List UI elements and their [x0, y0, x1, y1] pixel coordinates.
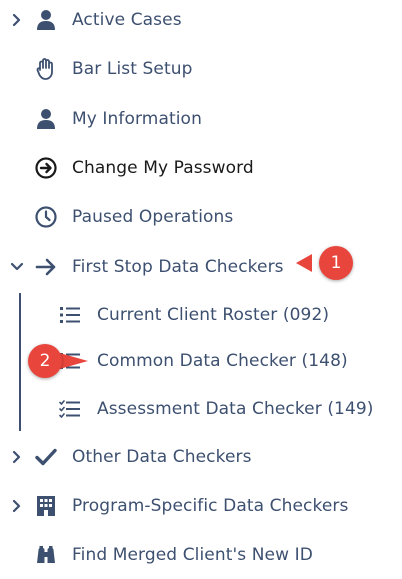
menu-item-label: Change My Password [72, 158, 254, 178]
callout-badge-2: 2 [28, 344, 88, 378]
menu-item-label: First Stop Data Checkers [72, 257, 284, 277]
menu-item-find-merged-client[interactable]: Find Merged Client's New ID [0, 540, 330, 570]
check-icon [34, 445, 58, 469]
arrow-right-icon [34, 255, 58, 279]
list-icon [58, 303, 82, 327]
chevron-right-icon[interactable] [10, 5, 24, 35]
submenu-item-label: Assessment Data Checker (149) [97, 399, 374, 419]
menu-item-program-specific-data-checkers[interactable]: Program-Specific Data Checkers [0, 491, 370, 521]
submenu-item-assessment-data-checker[interactable]: Assessment Data Checker (149) [0, 394, 395, 424]
submenu-item-label: Current Client Roster (092) [97, 305, 330, 325]
circle-arrow-right-icon [34, 156, 58, 180]
menu-item-label: Find Merged Client's New ID [72, 545, 313, 565]
hand-icon [34, 57, 58, 81]
menu-item-label: Paused Operations [72, 207, 234, 227]
menu-item-change-my-password[interactable]: Change My Password [0, 153, 280, 183]
chevron-down-icon[interactable] [10, 252, 24, 282]
menu-item-label: Active Cases [72, 10, 182, 30]
chevron-right-icon[interactable] [10, 491, 24, 521]
callout-badge-1: 1 [296, 246, 353, 280]
menu-item-my-information[interactable]: My Information [0, 104, 220, 134]
menu-item-label: Bar List Setup [72, 59, 193, 79]
callout-number: 2 [28, 344, 62, 378]
menu-item-other-data-checkers[interactable]: Other Data Checkers [0, 442, 280, 472]
menu-item-label: My Information [72, 109, 202, 129]
menu-item-label: Other Data Checkers [72, 447, 252, 467]
submenu-item-current-client-roster[interactable]: Current Client Roster (092) [0, 300, 345, 330]
menu-item-first-stop-data-checkers[interactable]: First Stop Data Checkers [0, 252, 300, 282]
clock-icon [34, 205, 58, 229]
list-check-icon [58, 397, 82, 421]
building-icon [34, 494, 58, 518]
menu-item-bar-list-setup[interactable]: Bar List Setup [0, 54, 220, 84]
callout-pointer-icon [296, 254, 312, 272]
menu-item-label: Program-Specific Data Checkers [72, 496, 349, 516]
user-icon [34, 8, 58, 32]
menu-item-active-cases[interactable]: Active Cases [0, 5, 220, 35]
menu-item-paused-operations[interactable]: Paused Operations [0, 202, 260, 232]
submenu-item-label: Common Data Checker (148) [97, 351, 348, 371]
chevron-right-icon[interactable] [10, 442, 24, 472]
callout-number: 1 [319, 246, 353, 280]
binoculars-icon [34, 543, 58, 567]
user-icon [34, 107, 58, 131]
